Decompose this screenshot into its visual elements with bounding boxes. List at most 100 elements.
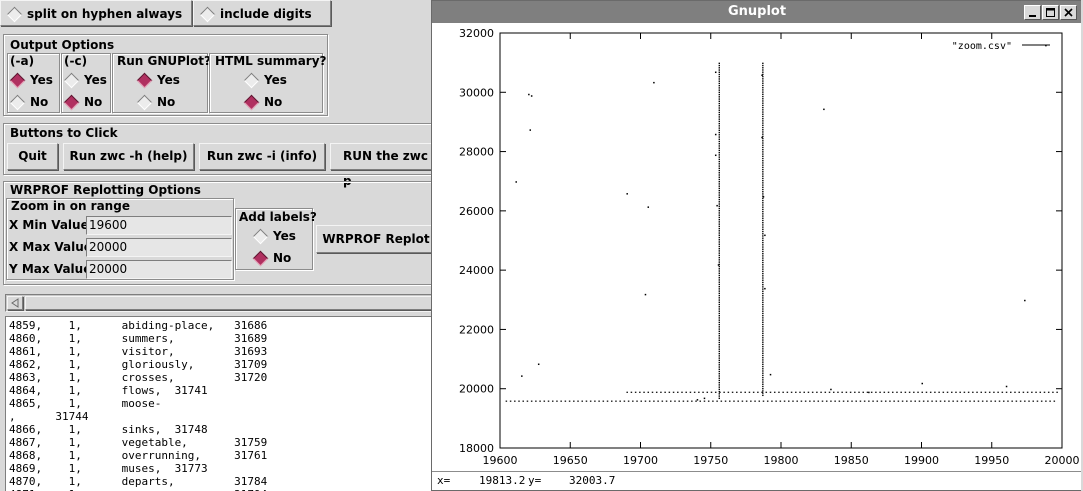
data-point bbox=[765, 391, 768, 393]
opt-a-no[interactable]: No bbox=[9, 93, 48, 111]
include-digits-indicator-icon[interactable] bbox=[199, 6, 216, 22]
data-point bbox=[967, 391, 970, 393]
option-split-hyphen[interactable]: split on hyphen always bbox=[0, 0, 192, 26]
horizontal-scrollbar[interactable] bbox=[5, 294, 437, 312]
opt-c-yes[interactable]: Yes bbox=[63, 71, 107, 89]
data-point bbox=[718, 221, 720, 223]
data-point bbox=[838, 400, 841, 402]
scroll-left-arrow-icon[interactable] bbox=[7, 296, 23, 310]
info-button[interactable]: Run zwc -i (info) bbox=[199, 143, 325, 170]
data-point bbox=[677, 391, 679, 393]
data-point bbox=[942, 391, 945, 393]
data-point bbox=[718, 283, 720, 286]
scroll-thumb[interactable] bbox=[25, 296, 437, 310]
opt-c-no-label: No bbox=[84, 95, 103, 109]
close-icon[interactable] bbox=[1060, 5, 1077, 20]
data-point bbox=[762, 326, 764, 328]
data-point bbox=[900, 391, 902, 393]
opt-a-yes[interactable]: Yes bbox=[9, 71, 53, 89]
gnuplot-plot[interactable]: 19600 19650 19700 19750 19800 19850 19900 19950… bbox=[432, 23, 1082, 469]
labels-no-radio-icon[interactable] bbox=[252, 250, 269, 266]
run-gnuplot-yes[interactable]: Yes bbox=[136, 71, 180, 89]
data-point bbox=[762, 286, 764, 288]
data-point bbox=[980, 391, 983, 393]
data-point bbox=[718, 236, 720, 239]
data-point bbox=[718, 78, 720, 80]
labels-title: Add labels? bbox=[239, 210, 317, 224]
xmin-input[interactable]: 19600 bbox=[86, 216, 232, 235]
data-point bbox=[1011, 400, 1013, 402]
data-point bbox=[762, 102, 764, 104]
output-log[interactable]: 4859, 1, abiding-place, 31686 4860, 1, su… bbox=[5, 316, 435, 491]
quit-button[interactable]: Quit bbox=[7, 143, 58, 170]
data-point bbox=[1045, 44, 1047, 47]
ymax-input[interactable]: 20000 bbox=[86, 260, 232, 279]
run-gnuplot-yes-radio-icon[interactable] bbox=[136, 72, 153, 88]
data-point bbox=[718, 234, 720, 236]
ymax-label: Y Max Value bbox=[9, 262, 92, 276]
data-point bbox=[762, 184, 764, 186]
data-point bbox=[610, 400, 613, 402]
wrprof-replot-button[interactable]: WRPROF Replot bbox=[316, 225, 436, 253]
y-tick-label: 18000 bbox=[459, 442, 494, 455]
data-point bbox=[626, 391, 628, 393]
maximize-icon[interactable] bbox=[1042, 5, 1059, 20]
data-point bbox=[718, 306, 720, 308]
xmax-input[interactable]: 20000 bbox=[86, 238, 232, 257]
data-point bbox=[718, 205, 720, 207]
data-point bbox=[718, 154, 720, 156]
option-include-digits[interactable]: include digits bbox=[193, 0, 331, 26]
data-point bbox=[632, 400, 634, 402]
data-point bbox=[661, 400, 664, 402]
help-button[interactable]: Run zwc -h (help) bbox=[63, 143, 194, 170]
data-point bbox=[585, 400, 588, 402]
run-gnuplot-no-radio-icon[interactable] bbox=[136, 94, 153, 110]
legend-label: "zoom.csv" bbox=[952, 41, 1012, 52]
data-point bbox=[718, 76, 720, 78]
html-summary-yes-radio-icon[interactable] bbox=[243, 72, 260, 88]
minimize-icon[interactable] bbox=[1024, 5, 1041, 20]
run-zwc-button[interactable]: RUN the zwc p bbox=[330, 143, 440, 188]
opt-c-no[interactable]: No bbox=[63, 93, 103, 111]
labels-yes-radio-icon[interactable] bbox=[252, 228, 269, 244]
labels-no[interactable]: No bbox=[252, 249, 291, 267]
data-point bbox=[1045, 400, 1047, 402]
data-point bbox=[718, 151, 720, 154]
data-point bbox=[952, 400, 954, 402]
data-point bbox=[762, 341, 764, 343]
labels-yes[interactable]: Yes bbox=[252, 227, 296, 245]
data-point bbox=[718, 314, 720, 317]
data-point bbox=[762, 339, 764, 341]
data-point bbox=[718, 218, 720, 221]
data-point bbox=[682, 400, 685, 402]
gnuplot-titlebar[interactable]: Gnuplot bbox=[432, 1, 1082, 23]
html-summary-no[interactable]: No bbox=[243, 93, 282, 111]
data-point bbox=[752, 391, 755, 393]
opt-a-yes-radio-icon[interactable] bbox=[9, 72, 26, 88]
data-point bbox=[868, 400, 870, 402]
opt-a-no-radio-icon[interactable] bbox=[9, 94, 26, 110]
data-point bbox=[762, 91, 764, 93]
data-point bbox=[1007, 400, 1009, 402]
output-options-title: Output Options bbox=[10, 38, 115, 52]
data-point bbox=[718, 187, 720, 190]
opt-c-yes-radio-icon[interactable] bbox=[63, 72, 80, 88]
data-point bbox=[762, 224, 764, 226]
y-tick-label: 26000 bbox=[459, 205, 494, 218]
run-gnuplot-no[interactable]: No bbox=[136, 93, 175, 111]
data-point bbox=[762, 272, 764, 275]
data-point bbox=[876, 400, 879, 402]
html-summary-yes[interactable]: Yes bbox=[243, 71, 287, 89]
data-point bbox=[762, 361, 764, 363]
data-point bbox=[762, 186, 764, 188]
data-point bbox=[718, 129, 720, 132]
data-point bbox=[718, 207, 720, 210]
data-point bbox=[718, 93, 720, 96]
html-summary-no-radio-icon[interactable] bbox=[243, 94, 260, 110]
data-point bbox=[762, 62, 764, 65]
data-point bbox=[718, 335, 720, 337]
data-point bbox=[750, 400, 752, 402]
data-point bbox=[1052, 391, 1054, 393]
split-hyphen-indicator-icon[interactable] bbox=[6, 6, 23, 22]
opt-c-no-radio-icon[interactable] bbox=[63, 94, 80, 110]
